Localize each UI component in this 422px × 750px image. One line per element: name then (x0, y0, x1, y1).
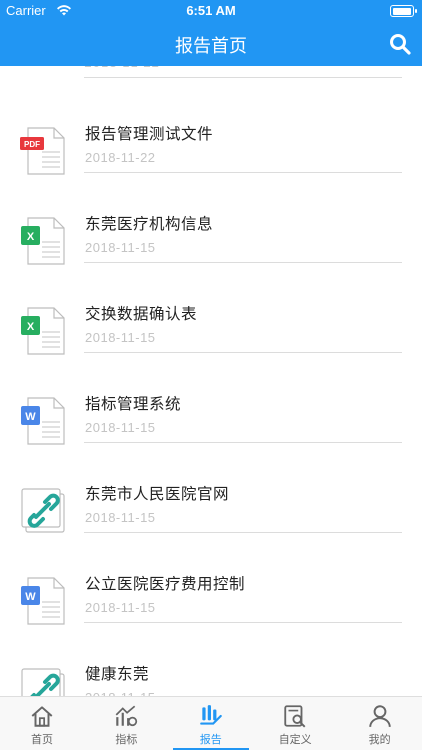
tab-label: 报告 (199, 733, 222, 746)
tab-user[interactable]: 我的 (338, 697, 422, 750)
report-list[interactable]: 2018-11-22 PDF 报告管理测试文件 2018-11-22 X 东莞医疗机构信… (0, 66, 422, 696)
list-item[interactable]: W 指标管理系统 2018-11-15 (0, 390, 422, 480)
item-date: 2018-11-15 (85, 330, 156, 345)
item-title: 东莞医疗机构信息 (85, 215, 214, 233)
navigation-bar: 报告首页 (0, 22, 422, 66)
item-date: 2018-11-22 (85, 150, 156, 165)
home-icon (31, 706, 53, 727)
tab-report[interactable]: 报告 (169, 697, 253, 750)
item-date: 2018-11-15 (85, 600, 156, 615)
word-file-icon: W (20, 576, 66, 626)
svg-text:W: W (25, 411, 36, 423)
divider (84, 622, 402, 623)
list-item[interactable]: 健康东莞2018-11-15 (0, 660, 422, 696)
link-icon (20, 666, 66, 696)
list-item[interactable]: W 公立医院医疗费用控制 2018-11-15 (0, 570, 422, 660)
divider (84, 532, 402, 533)
page-title: 报告首页 (175, 36, 247, 57)
tab-label: 指标 (115, 733, 138, 746)
pdf-file-icon: PDF (20, 126, 66, 176)
link-icon (20, 486, 66, 536)
status-bar: Carrier 6:51 AM (0, 0, 422, 22)
item-title: 东莞市人民医院官网 (85, 485, 230, 503)
svg-text:W: W (25, 591, 36, 603)
item-date: 2018-11-15 (85, 240, 156, 255)
list-item[interactable]: X 交换数据确认表 2018-11-15 (0, 300, 422, 390)
divider (84, 172, 402, 173)
divider (84, 352, 402, 353)
tab-custom-search[interactable]: 自定义 (253, 697, 337, 750)
tab-home[interactable]: 首页 (0, 697, 84, 750)
item-title: 指标管理系统 (85, 395, 182, 413)
tab-bar: 首页 指标 报告 自定义 我的 (0, 696, 422, 750)
list-item[interactable]: 东莞市人民医院官网 2018-11-15 (0, 480, 422, 570)
report-icon (199, 705, 222, 725)
item-title: 公立医院医疗费用控制 (85, 575, 246, 593)
item-date: 2018-11-15 (85, 420, 156, 435)
tab-label: 首页 (31, 733, 53, 746)
custom-search-icon (284, 705, 306, 728)
tab-indicator-chart[interactable]: 指标 (84, 697, 168, 750)
svg-text:X: X (27, 321, 35, 333)
item-title: 报告管理测试文件 (85, 125, 214, 143)
search-icon[interactable] (388, 32, 412, 56)
app-screen: Carrier 6:51 AM 报告首页 2018-11-22 PDF报告管理测… (0, 0, 422, 750)
indicator-chart-icon (116, 705, 138, 727)
svg-text:X: X (27, 231, 35, 243)
divider (84, 262, 402, 263)
list-item-partial[interactable]: 2018-11-22 (84, 66, 402, 78)
item-title: 健康东莞 (85, 665, 150, 683)
svg-text:PDF: PDF (24, 140, 40, 149)
item-date: 2018-11-22 (84, 66, 160, 71)
battery-icon (390, 5, 417, 17)
tab-label: 自定义 (278, 733, 312, 746)
excel-file-icon: X (20, 216, 66, 266)
word-file-icon: W (20, 396, 66, 446)
divider (84, 442, 402, 443)
list-item[interactable]: X 东莞医疗机构信息 2018-11-15 (0, 210, 422, 300)
excel-file-icon: X (20, 306, 66, 356)
user-icon (368, 705, 391, 727)
list-item[interactable]: PDF 报告管理测试文件 2018-11-22 (0, 120, 422, 210)
tab-label: 我的 (368, 733, 391, 746)
item-title: 交换数据确认表 (85, 305, 198, 323)
clock: 6:51 AM (186, 3, 236, 18)
item-date: 2018-11-15 (85, 510, 156, 525)
